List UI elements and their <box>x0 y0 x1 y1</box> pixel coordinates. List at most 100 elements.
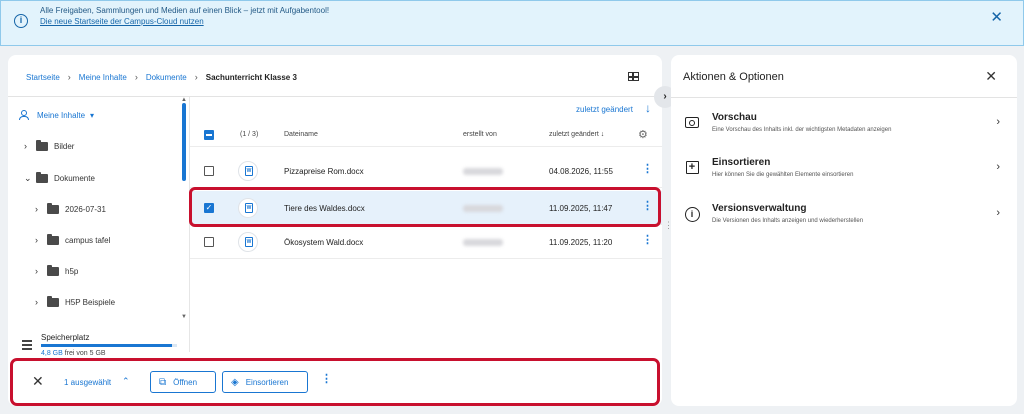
column-filename[interactable]: Dateiname <box>284 131 318 138</box>
insert-button-label: Einsortieren <box>245 377 289 387</box>
divider <box>671 97 1017 98</box>
info-banner: i Alle Freigaben, Sammlungen und Medien … <box>0 0 1024 46</box>
row-creator-blurred <box>463 168 503 175</box>
table-row[interactable]: W Ökosystem Wald.docx 11.09.2025, 11:20 … <box>190 225 662 259</box>
insert-icon: + <box>684 161 700 177</box>
tree-item-campus-tafel[interactable]: › campus tafel <box>35 233 111 246</box>
row-filename[interactable]: Tiere des Waldes.docx <box>284 204 365 213</box>
row-checkbox[interactable] <box>204 166 214 176</box>
panel-title: Aktionen & Optionen <box>683 71 784 83</box>
action-title: Einsortieren <box>712 157 771 168</box>
column-creator[interactable]: erstellt von <box>463 131 497 138</box>
tree-item-label: Bilder <box>54 141 75 151</box>
info-icon: i <box>14 14 28 28</box>
row-modified: 04.08.2026, 11:55 <box>549 167 613 176</box>
chevron-right-icon: › <box>996 207 1000 219</box>
grid-view-icon[interactable] <box>628 72 639 81</box>
row-menu-icon[interactable]: ⋮ <box>642 164 653 175</box>
row-menu-icon[interactable]: ⋮ <box>642 201 653 212</box>
chevron-right-icon: › <box>35 204 38 214</box>
preview-icon <box>684 116 700 132</box>
storage-bar <box>41 344 177 347</box>
breadcrumb-startseite[interactable]: Startseite <box>26 73 60 82</box>
tree-item-2026-07-31[interactable]: › 2026-07-31 <box>35 202 106 215</box>
row-filename[interactable]: Ökosystem Wald.docx <box>284 238 363 247</box>
storage-indicator: Speicherplatz 4,8 GB frei von 5 GB <box>22 333 182 359</box>
user-icon <box>18 110 29 120</box>
word-document-icon: W <box>238 198 258 218</box>
breadcrumb-separator: › <box>134 72 138 82</box>
chevron-down-icon: ⌄ <box>24 172 32 183</box>
column-modified[interactable]: zuletzt geändert ↓ <box>549 131 604 138</box>
folder-icon <box>47 264 59 276</box>
folder-icon <box>36 139 48 151</box>
selection-count: (1 / 3) <box>240 131 259 138</box>
scroll-down-icon[interactable]: ▼ <box>181 314 187 320</box>
chevron-right-icon: › <box>35 266 38 276</box>
tree-root-label: Meine Inhalte <box>37 110 86 120</box>
selection-action-bar: ✕ 1 ausgewählt ⌃ ⧉ Öffnen ◈ Einsortieren… <box>14 363 654 401</box>
row-checkbox-checked[interactable]: ✓ <box>204 203 214 213</box>
tree-item-label: campus tafel <box>65 235 111 245</box>
layers-icon: ◈ <box>231 376 239 388</box>
banner-link[interactable]: Die neue Startseite der Campus-Cloud nut… <box>40 17 204 26</box>
sort-down-icon: ↓ <box>600 131 605 138</box>
folder-icon <box>47 233 59 245</box>
tree-item-dokumente[interactable]: ⌄ Dokumente <box>24 171 95 184</box>
tree-item-label: H5P Beispiele <box>65 297 116 307</box>
action-version-management[interactable]: i Versionsverwaltung Die Versionen des I… <box>671 201 1017 241</box>
tree-item-bilder[interactable]: › Bilder <box>24 139 75 152</box>
selection-count-label[interactable]: 1 ausgewählt <box>64 378 111 387</box>
panel-close-icon[interactable]: ✕ <box>985 68 997 85</box>
action-description: Eine Vorschau des Inhalts inkl. der wich… <box>712 127 892 133</box>
storage-icon <box>22 340 32 350</box>
breadcrumb-separator: › <box>67 72 71 82</box>
breadcrumb-meine-inhalte[interactable]: Meine Inhalte <box>79 73 127 82</box>
row-checkbox[interactable] <box>204 237 214 247</box>
column-modified-label: zuletzt geändert <box>549 131 599 138</box>
word-document-icon: W <box>238 232 258 252</box>
breadcrumb: Startseite › Meine Inhalte › Dokumente ›… <box>26 71 297 83</box>
folder-tree: Meine Inhalte ▾ › Bilder ⌄ Dokumente › 2… <box>8 97 188 352</box>
drag-handle-icon[interactable]: ⋮ <box>664 221 673 230</box>
storage-title: Speicherplatz <box>41 333 90 342</box>
row-filename[interactable]: Pizzapreise Rom.docx <box>284 167 364 176</box>
word-document-icon: W <box>238 161 258 181</box>
banner-close-icon[interactable]: ✕ <box>990 10 1003 25</box>
tree-root-meine-inhalte[interactable]: Meine Inhalte ▾ <box>18 109 94 121</box>
actions-panel: Aktionen & Optionen ✕ Vorschau Eine Vors… <box>671 55 1017 406</box>
action-description: Hier können Sie die gewählten Elemente e… <box>712 172 854 178</box>
open-external-icon: ⧉ <box>159 376 167 388</box>
chevron-down-icon: ▾ <box>90 110 95 120</box>
sort-down-arrow-icon[interactable]: ↓ <box>645 101 651 115</box>
action-insert[interactable]: + Einsortieren Hier können Sie die gewäh… <box>671 155 1017 195</box>
open-button-label: Öffnen <box>173 377 198 387</box>
row-menu-icon[interactable]: ⋮ <box>642 235 653 246</box>
list-header: (1 / 3) Dateiname erstellt von zuletzt g… <box>190 123 662 147</box>
action-preview[interactable]: Vorschau Eine Vorschau des Inhalts inkl.… <box>671 110 1017 150</box>
sort-link[interactable]: zuletzt geändert <box>576 105 633 114</box>
table-row[interactable]: W Pizzapreise Rom.docx 04.08.2026, 11:55… <box>190 154 662 188</box>
chevron-right-icon: › <box>996 161 1000 173</box>
chevron-right-icon: › <box>35 297 38 307</box>
tree-item-h5p-beispiele[interactable]: › H5P Beispiele <box>35 295 116 308</box>
sidebar-scrollbar[interactable] <box>182 103 186 181</box>
info-icon: i <box>684 207 700 223</box>
chevron-up-icon[interactable]: ⌃ <box>122 376 130 387</box>
insert-button[interactable]: ◈ Einsortieren <box>222 371 308 393</box>
file-browser-panel: Startseite › Meine Inhalte › Dokumente ›… <box>8 55 662 406</box>
storage-text: 4,8 GB frei von 5 GB <box>41 350 106 357</box>
row-modified: 11.09.2025, 11:47 <box>549 204 613 213</box>
chevron-right-icon: › <box>24 141 27 151</box>
table-row-selected[interactable]: ✓ W Tiere des Waldes.docx 11.09.2025, 11… <box>190 191 662 225</box>
clear-selection-close-icon[interactable]: ✕ <box>32 374 44 388</box>
gear-icon[interactable]: ⚙ <box>638 128 648 141</box>
tree-item-label: 2026-07-31 <box>65 204 106 214</box>
select-all-checkbox[interactable] <box>204 130 214 140</box>
folder-icon <box>36 171 48 183</box>
row-creator-blurred <box>463 205 503 212</box>
breadcrumb-dokumente[interactable]: Dokumente <box>146 73 187 82</box>
more-options-icon[interactable]: ⋮ <box>321 374 332 385</box>
open-button[interactable]: ⧉ Öffnen <box>150 371 216 393</box>
tree-item-h5p[interactable]: › h5p <box>35 264 78 277</box>
